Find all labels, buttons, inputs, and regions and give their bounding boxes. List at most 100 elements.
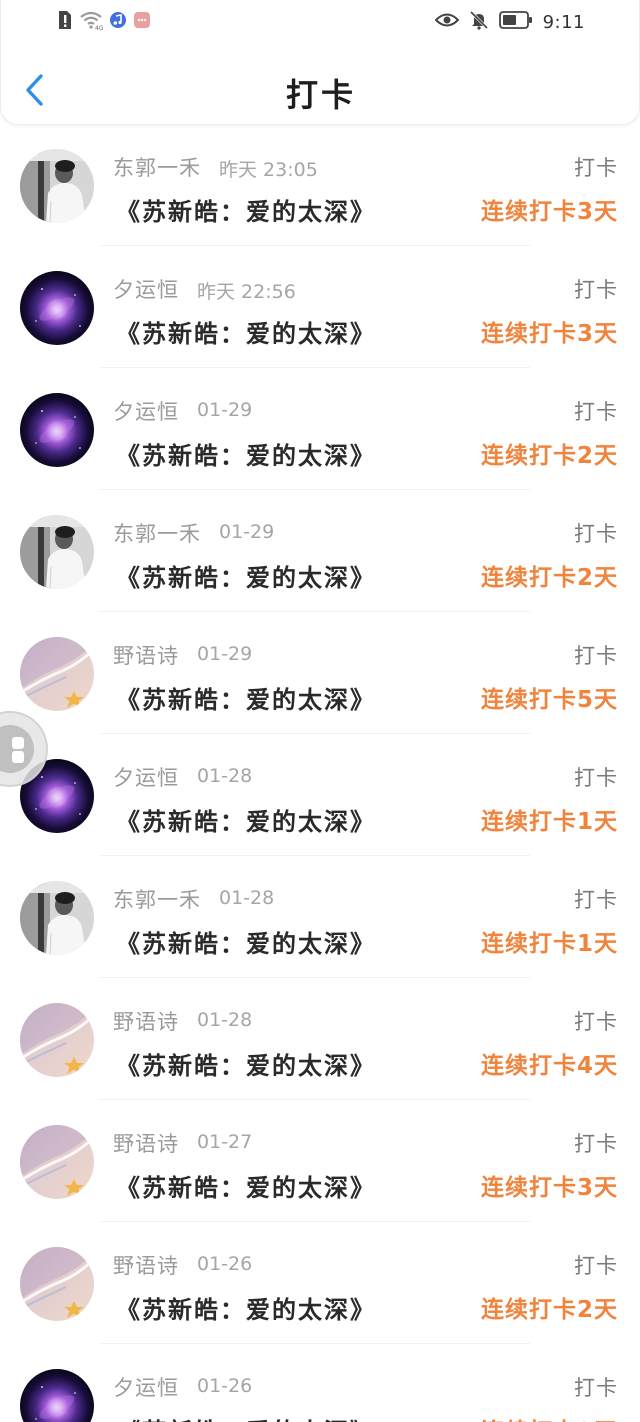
list-item[interactable]: 野语诗 01-27 《苏新皓：爱的太深》 打卡 连续打卡3天 — [0, 1100, 640, 1222]
timestamp: 01-28 — [197, 1009, 253, 1031]
username: 夕运恒 — [113, 766, 179, 790]
galaxy-avatar-image — [20, 393, 94, 467]
status-bar: 4G 9:11 — [1, 0, 640, 44]
timestamp: 01-26 — [197, 1375, 253, 1397]
streak-badge: 连续打卡5天 — [480, 687, 618, 713]
username: 夕运恒 — [113, 400, 179, 424]
streak-badge: 连续打卡3天 — [480, 321, 618, 347]
battery-icon — [498, 11, 533, 33]
streak-badge: 连续打卡2天 — [481, 1412, 618, 1422]
list-item[interactable]: 东郭一禾 01-28 《苏新皓：爱的太深》 打卡 连续打卡1天 — [0, 856, 640, 978]
username: 东郭一禾 — [113, 156, 201, 180]
beach-avatar-image — [20, 637, 94, 711]
username: 夕运恒 — [113, 278, 179, 302]
streak-badge: 连续打卡4天 — [480, 1053, 618, 1079]
content-title: 《苏新皓：爱的太深》 — [116, 198, 376, 226]
streak-badge: 连续打卡1天 — [480, 931, 618, 957]
avatar[interactable] — [20, 393, 94, 467]
portrait-avatar-image — [20, 149, 94, 223]
content-title: 《苏新皓：爱的太深》 — [116, 1296, 376, 1324]
avatar[interactable] — [20, 515, 94, 589]
record-type-label: 打卡 — [574, 1132, 618, 1156]
avatar[interactable] — [20, 149, 94, 223]
timestamp: 01-28 — [197, 765, 253, 787]
timestamp: 01-29 — [219, 521, 275, 543]
list-item[interactable]: 野语诗 01-28 《苏新皓：爱的太深》 打卡 连续打卡4天 — [0, 978, 640, 1100]
record-type-label: 打卡 — [574, 400, 618, 424]
record-type-label: 打卡 — [574, 1010, 618, 1034]
status-time: 9:11 — [542, 11, 585, 33]
username: 野语诗 — [113, 1010, 179, 1034]
record-type-label: 打卡 — [574, 644, 618, 668]
avatar[interactable] — [20, 637, 94, 711]
username: 野语诗 — [113, 1254, 179, 1278]
wifi-icon: 4G — [79, 10, 104, 34]
music-app-icon — [109, 11, 127, 33]
timestamp: 01-29 — [197, 399, 253, 421]
username: 东郭一禾 — [113, 522, 201, 546]
page-title: 打卡 — [285, 76, 356, 114]
portrait-avatar-image — [20, 515, 94, 589]
galaxy-avatar-image — [20, 271, 94, 345]
content-title: 《苏新皓：爱的太深》 — [116, 320, 376, 348]
list-item[interactable]: 野语诗 01-29 《苏新皓：爱的太深》 打卡 连续打卡5天 — [0, 612, 640, 734]
mute-bell-icon — [469, 10, 489, 34]
list-item[interactable]: 野语诗 01-26 《苏新皓：爱的太深》 打卡 连续打卡2天 — [0, 1222, 640, 1344]
nav-bar: 打卡 — [1, 56, 640, 120]
timestamp: 01-29 — [197, 643, 253, 665]
content-title: 《苏新皓：爱的太深》 — [116, 930, 376, 958]
content-title: 《苏新皓：爱的太深》 — [116, 442, 376, 470]
floating-assist-icon — [0, 725, 34, 773]
avatar[interactable] — [20, 1125, 94, 1199]
username: 东郭一禾 — [113, 888, 201, 912]
list-item[interactable]: 东郭一禾 昨天 23:05 《苏新皓：爱的太深》 打卡 连续打卡3天 — [0, 124, 640, 246]
record-type-label: 打卡 — [574, 522, 618, 546]
content-title: 《苏新皓：爱的太深》 — [116, 686, 376, 714]
content-title: 《苏新皓：爱的太深》 — [116, 564, 376, 592]
status-bar-left: 4G — [57, 10, 151, 34]
header: 4G 9:11 打卡 — [0, 0, 640, 125]
content-title: 《苏新皓：爱的太深》 — [116, 1174, 376, 1202]
content-title: 《苏新皓：爱的太深》 — [116, 1052, 376, 1080]
svg-text:4G: 4G — [95, 25, 103, 30]
list-item[interactable]: 夕运恒 01-29 《苏新皓：爱的太深》 打卡 连续打卡2天 — [0, 368, 640, 490]
record-type-label: 打卡 — [574, 278, 618, 302]
timestamp: 01-28 — [219, 887, 275, 909]
record-type-label: 打卡 — [574, 766, 618, 790]
streak-badge: 连续打卡2天 — [480, 1297, 618, 1323]
content-title: 《苏新皓：爱的太深》 — [116, 808, 376, 836]
checkin-screen: 4G 9:11 打卡 东郭一禾 昨天 23:05 《苏新皓：爱的太深》 打卡 连… — [0, 0, 640, 1422]
streak-badge: 连续打卡2天 — [480, 443, 618, 469]
avatar[interactable] — [20, 1247, 94, 1321]
beach-avatar-image — [20, 1247, 94, 1321]
streak-badge: 连续打卡1天 — [480, 809, 618, 835]
eye-icon — [434, 11, 459, 33]
timestamp: 昨天 22:56 — [197, 281, 296, 303]
portrait-avatar-image — [20, 881, 94, 955]
list-item[interactable]: 夕运恒 昨天 22:56 《苏新皓：爱的太深》 打卡 连续打卡3天 — [0, 246, 640, 368]
timestamp: 昨天 23:05 — [219, 159, 318, 181]
beach-avatar-image — [20, 1125, 94, 1199]
galaxy-avatar-image — [20, 1369, 94, 1422]
avatar[interactable] — [20, 1369, 94, 1422]
timestamp: 01-26 — [197, 1253, 253, 1275]
avatar[interactable] — [20, 271, 94, 345]
content-title: 《苏新皓：爱的太深》 — [116, 1412, 376, 1422]
list-item[interactable]: 夕运恒 01-28 《苏新皓：爱的太深》 打卡 连续打卡1天 — [0, 734, 640, 856]
beach-avatar-image — [20, 1003, 94, 1077]
record-type-label: 打卡 — [574, 888, 618, 912]
streak-badge: 连续打卡3天 — [480, 199, 618, 225]
record-type-label: 打卡 — [574, 156, 618, 180]
avatar[interactable] — [20, 881, 94, 955]
record-type-label: 打卡 — [574, 1376, 618, 1400]
avatar[interactable] — [20, 1003, 94, 1077]
record-type-label: 打卡 — [574, 1254, 618, 1278]
list-item[interactable]: 东郭一禾 01-29 《苏新皓：爱的太深》 打卡 连续打卡2天 — [0, 490, 640, 612]
streak-badge: 连续打卡2天 — [480, 565, 618, 591]
app-notification-icon — [133, 11, 151, 33]
list-item[interactable]: 夕运恒 01-26 《苏新皓：爱的太深》 打卡 连续打卡2天 — [0, 1344, 640, 1422]
username: 野语诗 — [113, 1132, 179, 1156]
checkin-list: 东郭一禾 昨天 23:05 《苏新皓：爱的太深》 打卡 连续打卡3天 夕运恒 昨… — [0, 124, 640, 1422]
alert-icon — [57, 10, 73, 34]
streak-badge: 连续打卡3天 — [480, 1175, 618, 1201]
